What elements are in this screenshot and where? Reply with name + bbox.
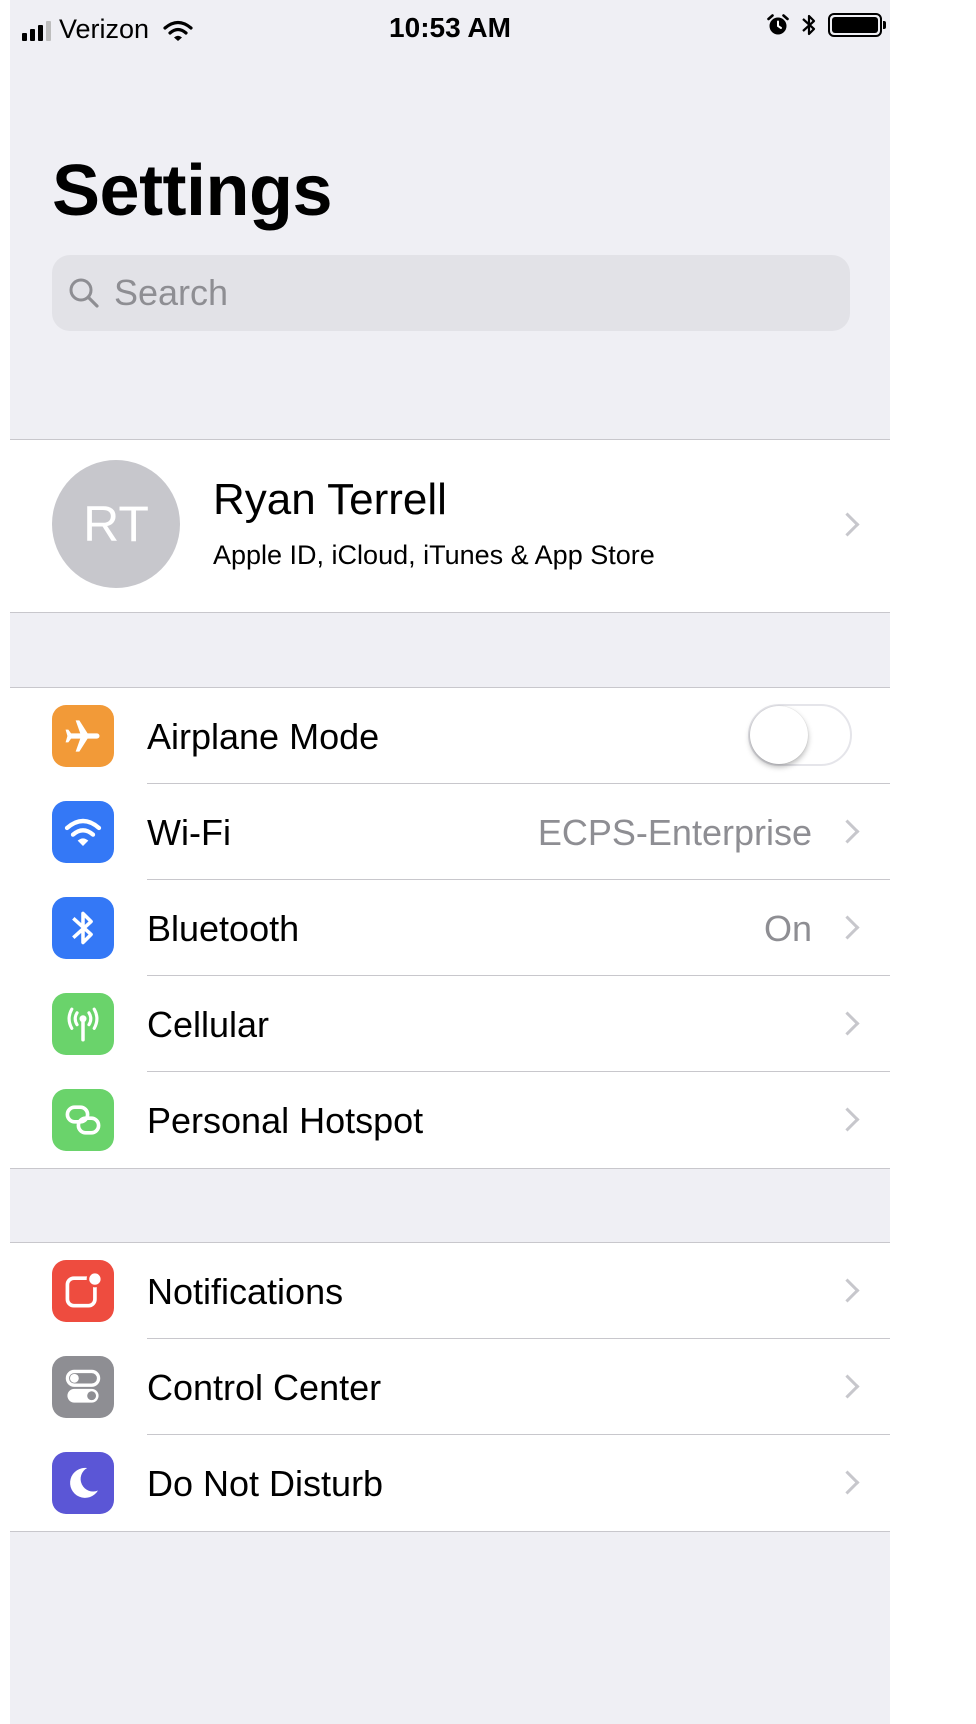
status-right — [766, 12, 886, 38]
notifications-icon — [52, 1260, 114, 1322]
chevron-right-icon — [835, 1011, 860, 1036]
chevron-right-icon — [835, 512, 860, 537]
airplane-icon — [52, 705, 114, 767]
row-airplane-mode[interactable]: Airplane Mode — [10, 688, 890, 784]
toggle-knob — [750, 706, 808, 764]
airplane-mode-toggle[interactable] — [748, 704, 852, 766]
antenna-icon — [52, 993, 114, 1055]
apple-id-row[interactable]: RT Ryan Terrell Apple ID, iCloud, iTunes… — [10, 439, 890, 613]
notifications-label: Notifications — [147, 1271, 344, 1312]
personal-hotspot-label: Personal Hotspot — [147, 1100, 424, 1141]
profile-subtitle: Apple ID, iCloud, iTunes & App Store — [213, 540, 655, 570]
row-notifications[interactable]: Notifications — [10, 1243, 890, 1339]
search-bar[interactable] — [52, 255, 850, 331]
settings-screen: Verizon 10:53 AM Settings Search RT Ryan… — [10, 0, 890, 1724]
row-cellular[interactable]: Cellular — [10, 976, 890, 1072]
chevron-right-icon — [835, 1470, 860, 1495]
do-not-disturb-label: Do Not Disturb — [147, 1463, 384, 1504]
wifi-icon — [52, 801, 114, 863]
row-personal-hotspot[interactable]: Personal Hotspot — [10, 1072, 890, 1168]
bluetooth-icon — [52, 897, 114, 959]
control-center-label: Control Center — [147, 1367, 382, 1408]
row-wifi[interactable]: Wi-Fi ECPS-Enterprise — [10, 784, 890, 880]
search-icon — [69, 278, 99, 308]
chevron-right-icon — [835, 915, 860, 940]
row-bluetooth[interactable]: Bluetooth On — [10, 880, 890, 976]
chevron-right-icon — [835, 1107, 860, 1132]
connectivity-group: Airplane Mode Wi-Fi ECPS-Enterprise Blue… — [10, 687, 890, 1169]
row-do-not-disturb[interactable]: Do Not Disturb — [10, 1435, 890, 1531]
moon-icon — [52, 1452, 114, 1514]
avatar: RT — [52, 460, 180, 588]
battery-icon — [828, 13, 886, 37]
control-center-icon — [52, 1356, 114, 1418]
profile-name: Ryan Terrell — [213, 475, 447, 524]
alarm-icon — [767, 14, 789, 35]
cellular-label: Cellular — [147, 1004, 270, 1045]
status-bar: Verizon 10:53 AM — [10, 0, 890, 60]
chevron-right-icon — [835, 1374, 860, 1399]
system-group: Notifications Control Center Do Not Dist… — [10, 1242, 890, 1532]
wifi-network-value: ECPS-Enterprise — [537, 812, 812, 853]
row-control-center[interactable]: Control Center — [10, 1339, 890, 1435]
bluetooth-status-icon — [802, 14, 816, 36]
chevron-right-icon — [835, 1278, 860, 1303]
bluetooth-status-value: On — [763, 908, 812, 949]
hotspot-icon — [52, 1089, 114, 1151]
bluetooth-label: Bluetooth — [147, 908, 300, 949]
page-title: Settings — [52, 151, 333, 231]
search-input[interactable] — [114, 272, 754, 314]
chevron-right-icon — [835, 819, 860, 844]
status-time: 10:53 AM — [389, 12, 511, 43]
wifi-label: Wi-Fi — [147, 812, 231, 853]
airplane-mode-label: Airplane Mode — [147, 716, 380, 757]
